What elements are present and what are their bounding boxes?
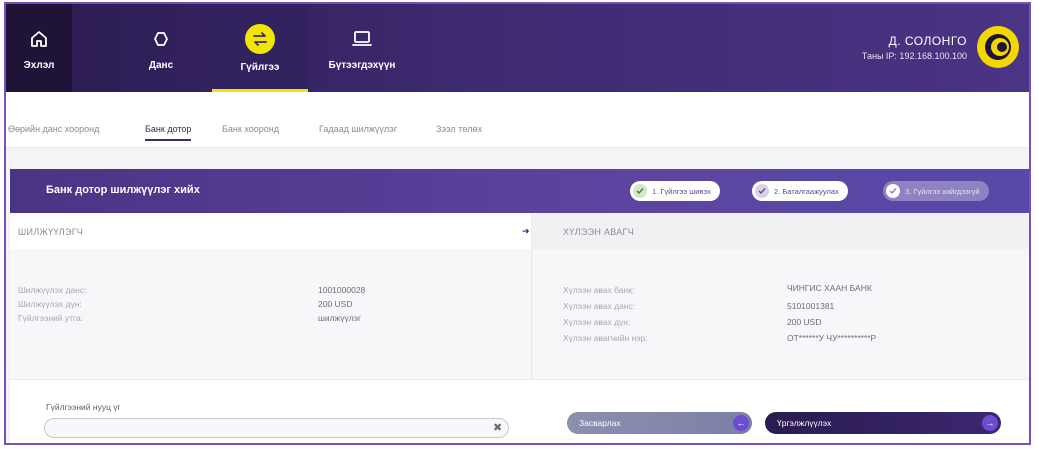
step-result: 3. Гүйлгээ хийгдээгүй xyxy=(883,181,989,201)
user-info: Д. СОЛОНГО Таны IP: 192.168.100.100 xyxy=(862,34,967,61)
sender-title: ШИЛЖҮҮЛЭГЧ xyxy=(18,227,84,237)
nav-item-products[interactable]: Бүтээгдэхүүн xyxy=(312,4,412,92)
sender-header: ШИЛЖҮҮЛЭГЧ xyxy=(10,213,532,249)
receiver-details: Хүлээн авах банк: ЧИНГИС ХААН БАНК Хүлээ… xyxy=(533,249,1029,379)
check-icon xyxy=(886,184,900,198)
sender-details: Шилжүүлэх данс: 1001000028 Шилжүүлэх дүн… xyxy=(10,249,532,379)
detail-value: 5101001381 xyxy=(787,301,835,311)
home-icon xyxy=(26,26,52,52)
top-navigation: Эхлэл Данс Гүйлгээ Бүтээгдэхүүн Д. СОЛОН… xyxy=(6,4,1029,92)
user-name: Д. СОЛОНГО xyxy=(888,34,967,48)
detail-value: 1001000028 xyxy=(318,285,366,295)
detail-label: Шилжүүлэх данс: xyxy=(18,285,87,295)
detail-value: 200 USD xyxy=(318,299,353,309)
detail-value: шилжүүлэг xyxy=(318,313,362,323)
step-confirm: 2. Баталгаажуулах xyxy=(752,181,848,201)
detail-label: Гүйлгээний утга: xyxy=(18,313,84,323)
tab-own-accounts[interactable]: Өөрийн данс хооронд xyxy=(8,124,99,134)
tab-international[interactable]: Гадаад шилжүүлэг xyxy=(319,124,397,134)
nav-item-account[interactable]: Данс xyxy=(114,4,208,92)
arrow-right-icon: ➜ xyxy=(522,226,530,236)
step-label: 2. Баталгаажуулах xyxy=(774,186,839,196)
nav-item-label: Эхлэл xyxy=(23,59,55,71)
receiver-title: ХҮЛЭЭН АВАГЧ xyxy=(563,227,635,237)
nav-item-home[interactable]: Эхлэл xyxy=(6,4,72,92)
transaction-password-input[interactable] xyxy=(44,418,509,438)
section-title: Банк дотор шилжүүлэг хийх xyxy=(46,184,200,196)
laptop-icon xyxy=(349,26,375,52)
check-icon xyxy=(633,184,647,198)
section-header: Банк дотор шилжүүлэг хийх 1. Гүйлгээ шив… xyxy=(10,169,1029,213)
avatar[interactable] xyxy=(977,26,1019,68)
detail-label: Хүлээн авагчийн нэр: xyxy=(563,333,648,343)
edit-button-label: Засварлах xyxy=(579,418,621,428)
detail-value: ЧИНГИС ХААН БАНК xyxy=(787,283,872,293)
password-label: Гүйлгээний нууц үг xyxy=(46,402,121,412)
arrow-right-icon: → xyxy=(982,415,998,431)
logo-icon xyxy=(985,34,1011,60)
check-icon xyxy=(755,184,769,198)
confirm-section: Гүйлгээний нууц үг ✖ Засварлах ← Үргэлжл… xyxy=(10,379,1029,443)
edit-button[interactable]: Засварлах ← xyxy=(567,412,752,434)
nav-item-label: Данс xyxy=(148,59,174,71)
nav-item-transfer[interactable]: Гүйлгээ xyxy=(212,4,308,92)
tab-loan-payment[interactable]: Зээл төлөх xyxy=(436,124,482,134)
transfer-type-tabs: Өөрийн данс хооронд Банк дотор Банк хоор… xyxy=(6,92,1029,148)
detail-label: Хүлээн авах дүн: xyxy=(563,317,631,327)
clear-icon[interactable]: ✖ xyxy=(493,421,502,434)
continue-button-label: Үргэлжлүүлэх xyxy=(777,418,832,428)
receiver-header: ХҮЛЭЭН АВАГЧ xyxy=(533,213,1029,249)
detail-value: 200 USD xyxy=(787,317,822,327)
detail-label: Хүлээн авах банк: xyxy=(563,285,635,295)
detail-label: Шилжүүлэх дүн: xyxy=(18,299,82,309)
app-frame: Эхлэл Данс Гүйлгээ Бүтээгдэхүүн Д. СОЛОН… xyxy=(4,2,1031,445)
step-enter: 1. Гүйлгээ шивэх xyxy=(630,181,720,201)
tab-interbank[interactable]: Банк хооронд xyxy=(222,124,279,134)
detail-label: Хүлээн авах данс: xyxy=(563,301,636,311)
tab-within-bank[interactable]: Банк дотор xyxy=(145,124,192,141)
continue-button[interactable]: Үргэлжлүүлэх → xyxy=(765,412,1001,434)
transfer-icon xyxy=(245,23,275,54)
user-ip: Таны IP: 192.168.100.100 xyxy=(861,51,967,61)
step-label: 3. Гүйлгээ хийгдээгүй xyxy=(905,186,980,196)
nav-item-label: Гүйлгээ xyxy=(240,61,280,73)
account-icon xyxy=(148,26,174,52)
arrow-left-icon: ← xyxy=(733,415,749,431)
step-label: 1. Гүйлгээ шивэх xyxy=(652,186,711,196)
detail-value: ОТ******У ЧУ**********Р xyxy=(787,333,877,343)
nav-item-label: Бүтээгдэхүүн xyxy=(328,59,396,71)
